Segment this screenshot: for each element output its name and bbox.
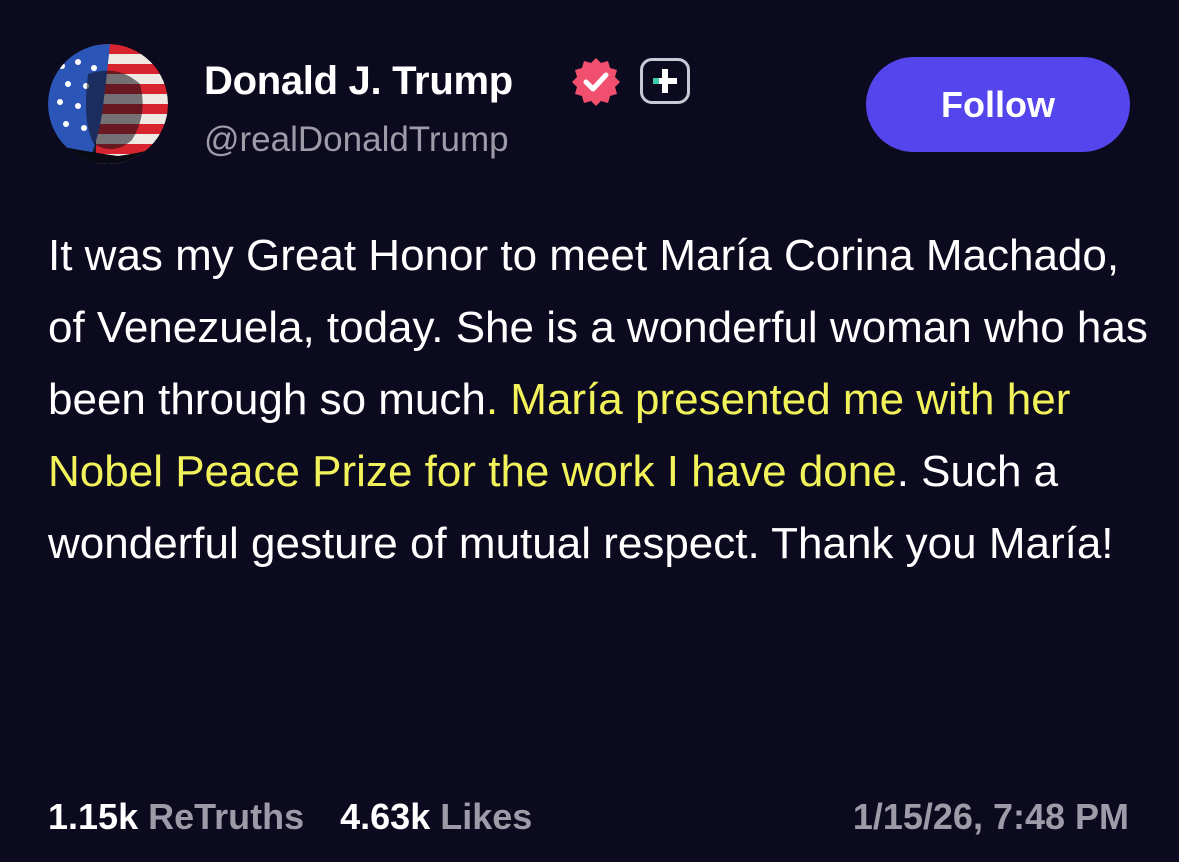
flag-portrait-avatar-icon: [48, 44, 168, 164]
likes-count: 4.63k: [340, 796, 431, 837]
plus-badge-icon: [640, 58, 690, 104]
display-name[interactable]: Donald J. Trump: [204, 56, 513, 106]
post-timestamp[interactable]: 1/15/26, 7:48 PM: [853, 795, 1129, 839]
retruths-label: ReTruths: [148, 796, 305, 837]
avatar[interactable]: [48, 44, 168, 164]
retruths-count: 1.15k: [48, 796, 139, 837]
likes-label: Likes: [440, 796, 533, 837]
likes-stat[interactable]: 4.63k Likes: [340, 796, 532, 837]
retruths-stat[interactable]: 1.15k ReTruths: [48, 796, 304, 837]
post-stats: 1.15k ReTruths 4.63k Likes: [48, 795, 532, 839]
post-body: It was my Great Honor to meet María Cori…: [48, 220, 1148, 580]
user-handle[interactable]: @realDonaldTrump: [204, 118, 509, 162]
follow-button[interactable]: Follow: [866, 57, 1130, 152]
verified-badge-icon: [570, 56, 622, 108]
